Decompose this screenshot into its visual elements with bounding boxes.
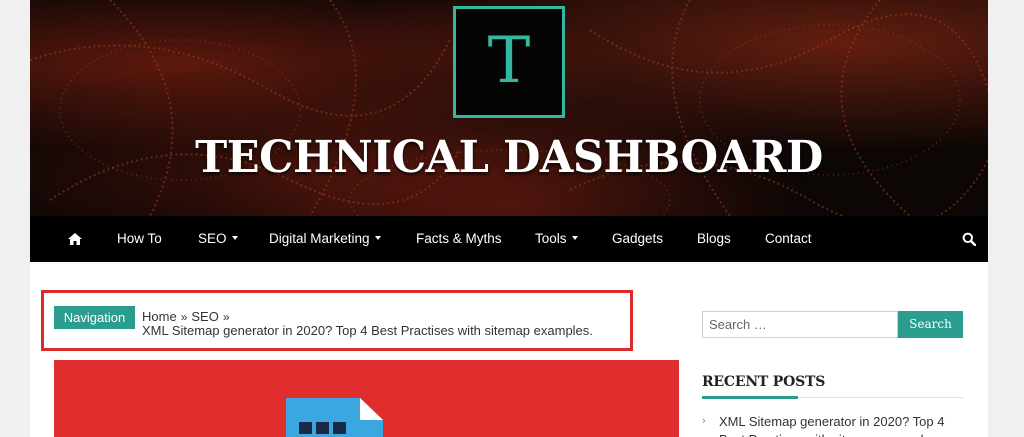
chevron-down-icon <box>374 236 381 241</box>
site-title[interactable]: TECHNICAL DASHBOARD <box>40 128 979 188</box>
nav-item-label: SEO <box>198 231 227 246</box>
page: T TECHNICAL DASHBOARD How To SEO Digital… <box>30 0 988 437</box>
featured-image[interactable] <box>54 360 679 437</box>
main-navigation: How To SEO Digital Marketing Facts & Myt… <box>30 216 988 262</box>
site-logo[interactable]: T <box>453 6 565 118</box>
chevron-down-icon <box>231 236 238 241</box>
nav-item-digital-marketing[interactable]: Digital Marketing <box>269 216 381 262</box>
search-icon[interactable] <box>962 232 976 246</box>
nav-item-facts-myths[interactable]: Facts & Myths <box>416 216 502 262</box>
nav-item-label: Digital Marketing <box>269 231 370 246</box>
site-header: T TECHNICAL DASHBOARD <box>30 0 988 216</box>
sitemap-document-icon <box>286 398 383 437</box>
logo-letter: T <box>487 24 531 98</box>
breadcrumb-tag: Navigation <box>54 306 135 329</box>
nav-item-label: Facts & Myths <box>416 231 502 246</box>
chevron-down-icon <box>571 236 578 241</box>
nav-item-label: Gadgets <box>612 231 664 246</box>
breadcrumb-separator: » <box>180 310 188 324</box>
search-input[interactable] <box>702 311 898 338</box>
nav-item-label: Contact <box>765 231 812 246</box>
nav-item-label: Tools <box>535 231 567 246</box>
recent-post-link[interactable]: XML Sitemap generator in 2020? Top 4 Bes… <box>719 413 969 437</box>
breadcrumb-seo-link[interactable]: SEO <box>191 309 218 324</box>
nav-item-seo[interactable]: SEO <box>198 216 238 262</box>
nav-item-blogs[interactable]: Blogs <box>697 216 731 262</box>
search-button[interactable]: Search <box>898 311 963 338</box>
nav-item-gadgets[interactable]: Gadgets <box>612 216 663 262</box>
recent-posts-title: RECENT POSTS <box>702 374 826 390</box>
nav-item-how-to[interactable]: How To <box>117 216 162 262</box>
breadcrumb: Home» SEO» <box>142 309 234 324</box>
widget-divider-accent <box>702 396 798 399</box>
breadcrumb-current: XML Sitemap generator in 2020? Top 4 Bes… <box>142 323 593 338</box>
breadcrumb-separator: » <box>222 310 230 324</box>
nav-item-label: How To <box>117 231 162 246</box>
home-icon[interactable] <box>68 233 82 245</box>
nav-item-contact[interactable]: Contact <box>765 216 812 262</box>
nav-item-tools[interactable]: Tools <box>535 216 578 262</box>
chevron-right-icon: › <box>702 415 706 427</box>
breadcrumb-home-link[interactable]: Home <box>142 309 177 324</box>
nav-item-label: Blogs <box>697 231 731 246</box>
